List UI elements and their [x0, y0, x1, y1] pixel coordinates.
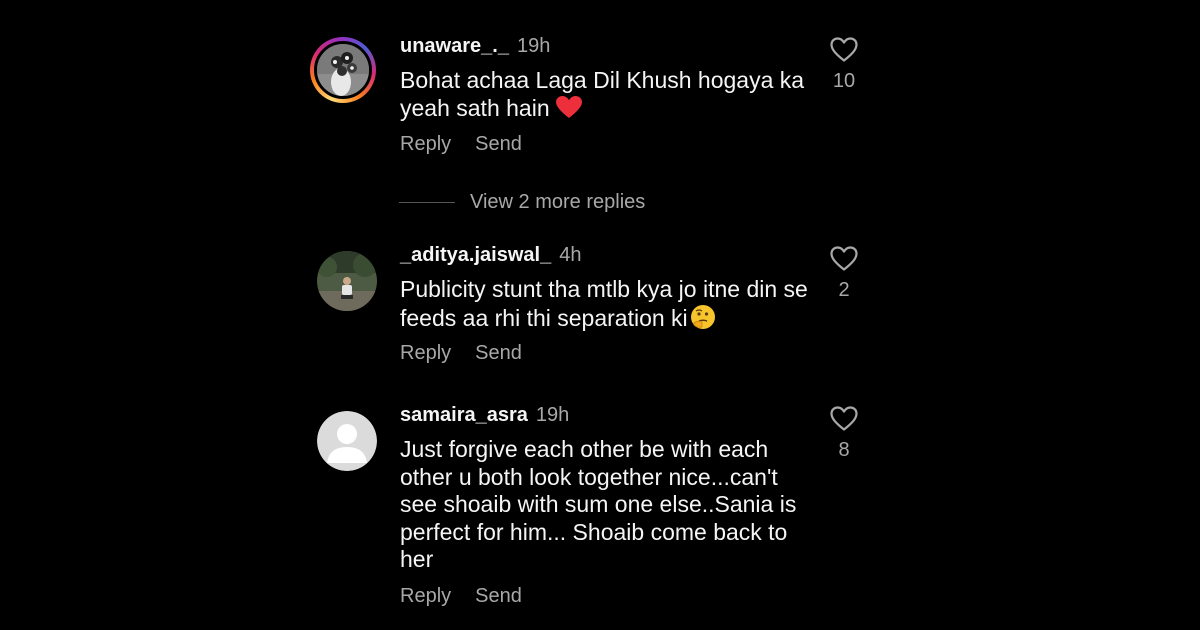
comment-username[interactable]: unaware_._ [400, 35, 509, 57]
avatar-image [317, 251, 377, 311]
send-button[interactable]: Send [475, 133, 522, 155]
like-count: 2 [838, 279, 850, 301]
avatar-image [317, 44, 369, 96]
reply-button[interactable]: Reply [400, 133, 451, 155]
comment-text-block: Bohat achaa Laga Dil Khush hogaya ka yea… [400, 67, 820, 126]
comment-text-block: Publicity stunt tha mtlb kya jo itne din… [400, 276, 820, 336]
comment-text: Just forgive each other be with each oth… [400, 436, 797, 572]
comment-item: _aditya.jaiswal_ 4h Publicity stunt tha m… [310, 244, 870, 374]
heart-outline-icon[interactable] [830, 406, 858, 432]
comment-time: 19h [516, 35, 551, 57]
comment-text-block: Just forgive each other be with each oth… [400, 436, 810, 574]
like-control: 8 [820, 406, 868, 462]
divider-line [399, 201, 455, 203]
like-control: 2 [820, 246, 868, 302]
reply-button[interactable]: Reply [400, 585, 451, 607]
like-control: 10 [820, 37, 868, 93]
send-button[interactable]: Send [475, 585, 522, 607]
comment-time: 4h [559, 244, 582, 266]
comment-username[interactable]: _aditya.jaiswal_ [400, 244, 551, 266]
like-count: 10 [832, 70, 856, 92]
comment-item: unaware_._ 19h Bohat achaa Laga Dil Khush… [310, 35, 870, 165]
avatar[interactable] [317, 251, 377, 311]
view-more-replies[interactable]: View 2 more replies [399, 190, 645, 214]
avatar [314, 41, 372, 99]
like-count: 8 [838, 439, 850, 461]
comment-text: Publicity stunt tha mtlb kya jo itne din… [400, 276, 808, 331]
avatar-placeholder[interactable] [317, 411, 377, 471]
comment-actions: Reply Send [400, 133, 522, 156]
comment-meta: _aditya.jaiswal_ 4h [400, 244, 581, 267]
comment-meta: unaware_._ 19h [400, 35, 550, 58]
comment-text: Bohat achaa Laga Dil Khush hogaya ka yea… [400, 67, 805, 121]
default-avatar-icon [317, 411, 377, 471]
comment-time: 19h [535, 404, 570, 426]
red-heart-emoji-icon [555, 95, 582, 127]
reply-button[interactable]: Reply [400, 342, 451, 364]
comment-actions: Reply Send [400, 342, 522, 365]
comment-item: samaira_asra 19h Just forgive each other … [310, 404, 870, 619]
send-button[interactable]: Send [475, 342, 522, 364]
view-more-replies-label[interactable]: View 2 more replies [470, 191, 645, 214]
comment-meta: samaira_asra 19h [400, 404, 569, 427]
heart-outline-icon[interactable] [830, 37, 858, 63]
avatar-story-ring[interactable] [310, 37, 376, 103]
thinking-face-emoji-icon [690, 304, 716, 337]
heart-outline-icon[interactable] [830, 246, 858, 272]
comment-actions: Reply Send [400, 585, 522, 608]
comment-username[interactable]: samaira_asra [400, 404, 528, 426]
